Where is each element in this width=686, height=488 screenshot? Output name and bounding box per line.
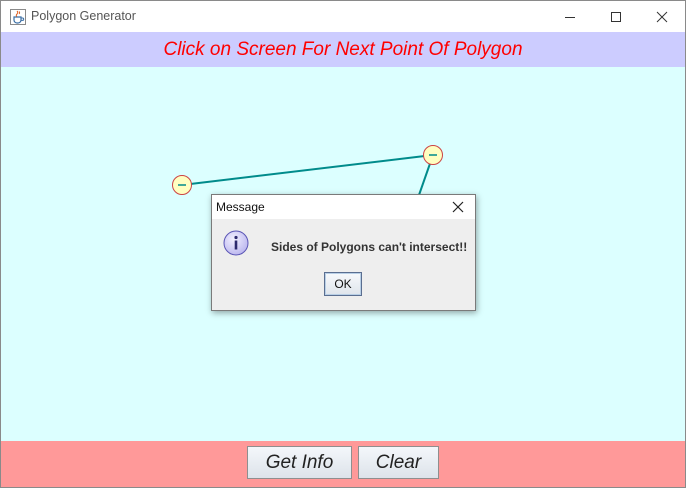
bottom-toolbar: Get Info Clear [1, 441, 685, 487]
instruction-banner: Click on Screen For Next Point Of Polygo… [1, 32, 685, 67]
close-button[interactable] [639, 1, 685, 32]
java-cup-icon [10, 9, 26, 25]
app-window: Polygon Generator Click on Screen For Ne… [0, 0, 686, 488]
dialog-message: Sides of Polygons can't intersect!! [271, 240, 468, 254]
minimize-button[interactable] [547, 1, 593, 32]
info-icon [223, 230, 249, 256]
ok-button[interactable]: OK [324, 272, 362, 296]
minimize-icon [565, 16, 575, 18]
message-dialog: Message Sides of Polygons can't intersec… [211, 194, 476, 311]
dialog-close-icon[interactable] [450, 199, 466, 215]
maximize-button[interactable] [593, 1, 639, 32]
dialog-title-bar[interactable]: Message [212, 195, 475, 219]
close-icon [656, 11, 668, 22]
instruction-text: Click on Screen For Next Point Of Polygo… [163, 39, 523, 60]
window-title: Polygon Generator [31, 9, 136, 23]
clear-button[interactable]: Clear [358, 446, 439, 479]
polygon-edge-1 [181, 154, 434, 186]
title-bar[interactable]: Polygon Generator [1, 1, 685, 32]
dialog-title: Message [216, 200, 265, 214]
maximize-icon [611, 11, 621, 22]
get-info-button[interactable]: Get Info [247, 446, 352, 479]
